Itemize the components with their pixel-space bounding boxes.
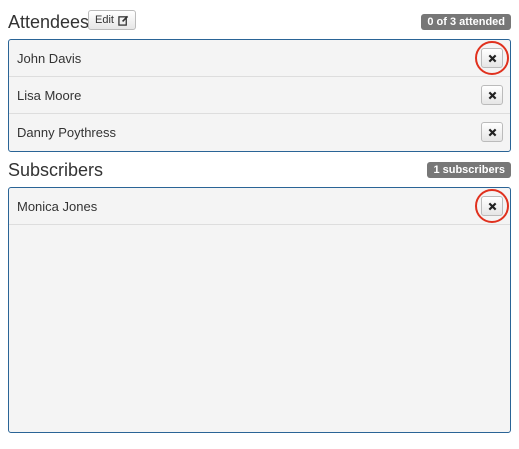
attendee-row: Lisa Moore <box>9 77 510 114</box>
attendees-title: Attendees <box>8 12 90 32</box>
remove-attendee-button[interactable] <box>481 85 503 105</box>
edit-button-label: Edit <box>95 14 114 26</box>
attendee-name: Danny Poythress <box>17 125 116 140</box>
times-icon <box>488 128 496 136</box>
subscriber-row: Monica Jones <box>9 188 510 225</box>
times-icon <box>488 54 496 62</box>
remove-attendee-button[interactable] <box>481 48 503 68</box>
subscriber-count-badge: 1 subscribers <box>427 162 511 178</box>
subscribers-title: Subscribers <box>8 160 104 180</box>
subscriber-name: Monica Jones <box>17 198 98 214</box>
pencil-square-icon <box>118 15 129 26</box>
times-icon <box>488 91 496 99</box>
attended-count-badge: 0 of 3 attended <box>421 14 511 30</box>
attendee-row: Danny Poythress <box>9 114 510 151</box>
attendee-name: Lisa Moore <box>17 87 82 103</box>
remove-attendee-button[interactable] <box>481 122 503 142</box>
edit-attendees-button[interactable]: Edit <box>88 10 136 30</box>
subscribers-panel: Monica Jones <box>8 187 511 433</box>
attendees-panel: John Davis Lisa Moore Danny Poythress <box>8 39 511 152</box>
subscribers-header: Subscribers 1 subscribers <box>8 156 511 184</box>
remove-subscriber-button[interactable] <box>481 196 503 216</box>
attendees-header: Attendees Edit 0 of 3 attended <box>8 8 511 36</box>
attendee-name: John Davis <box>17 50 82 66</box>
attendee-row: John Davis <box>9 40 510 77</box>
times-icon <box>488 202 496 210</box>
